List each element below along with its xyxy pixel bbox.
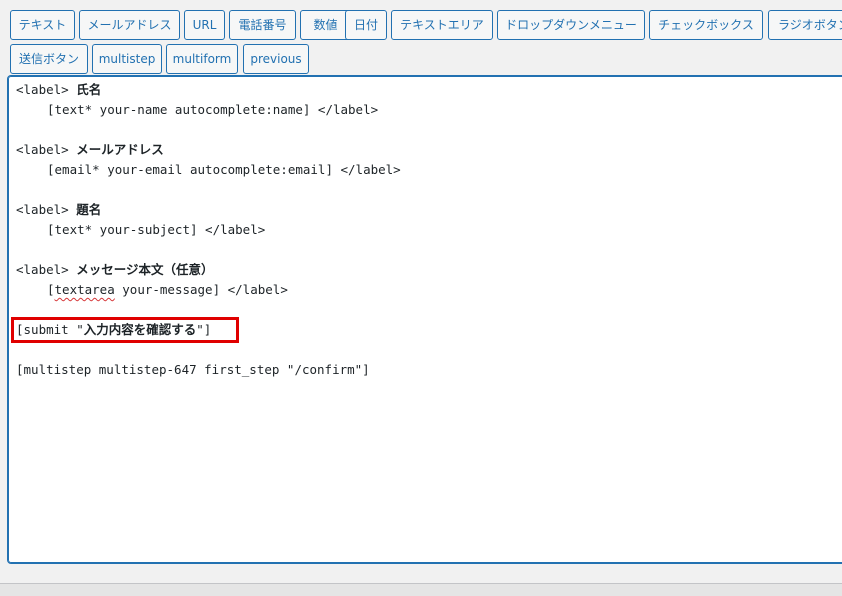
- code-line: <label> 氏名: [16, 82, 102, 97]
- tag-button-multiform[interactable]: multiform: [166, 44, 238, 74]
- tag-button-textarea[interactable]: テキストエリア: [391, 10, 493, 40]
- tag-button-previous[interactable]: previous: [243, 44, 309, 74]
- code-line: [email* your-email autocomplete:email] <…: [47, 162, 401, 177]
- tag-button-text[interactable]: テキスト: [10, 10, 75, 40]
- tag-button-radio[interactable]: ラジオボタン: [768, 10, 842, 40]
- highlight-box: [11, 317, 239, 343]
- tag-button-submit[interactable]: 送信ボタン: [10, 44, 88, 74]
- tag-button-multistep[interactable]: multistep: [92, 44, 162, 74]
- tag-button-email[interactable]: メールアドレス: [79, 10, 180, 40]
- tag-button-date[interactable]: 日付: [345, 10, 387, 40]
- tag-button-number[interactable]: 数値: [300, 10, 351, 40]
- tag-button-url[interactable]: URL: [184, 10, 225, 40]
- code-line: <label> メールアドレス: [16, 142, 164, 157]
- tag-button-dropdown[interactable]: ドロップダウンメニュー: [497, 10, 645, 40]
- bottom-bar: [0, 583, 842, 596]
- code-line: [multistep multistep-647 first_step "/co…: [16, 362, 370, 377]
- code-line: [textarea your-message] </label>: [47, 282, 288, 297]
- tag-generator-toolbar: テキスト メールアドレス URL 電話番号 数値 日付 テキストエリア ドロップ…: [10, 10, 842, 74]
- tag-button-tel[interactable]: 電話番号: [229, 10, 296, 40]
- spellcheck-underline: textarea: [54, 282, 115, 297]
- tag-button-checkbox[interactable]: チェックボックス: [649, 10, 763, 40]
- code-line: <label> 題名: [16, 202, 102, 217]
- code-line: <label> メッセージ本文（任意）: [16, 262, 214, 277]
- code-line: [text* your-name autocomplete:name] </la…: [47, 102, 379, 117]
- code-line: [text* your-subject] </label>: [47, 222, 266, 237]
